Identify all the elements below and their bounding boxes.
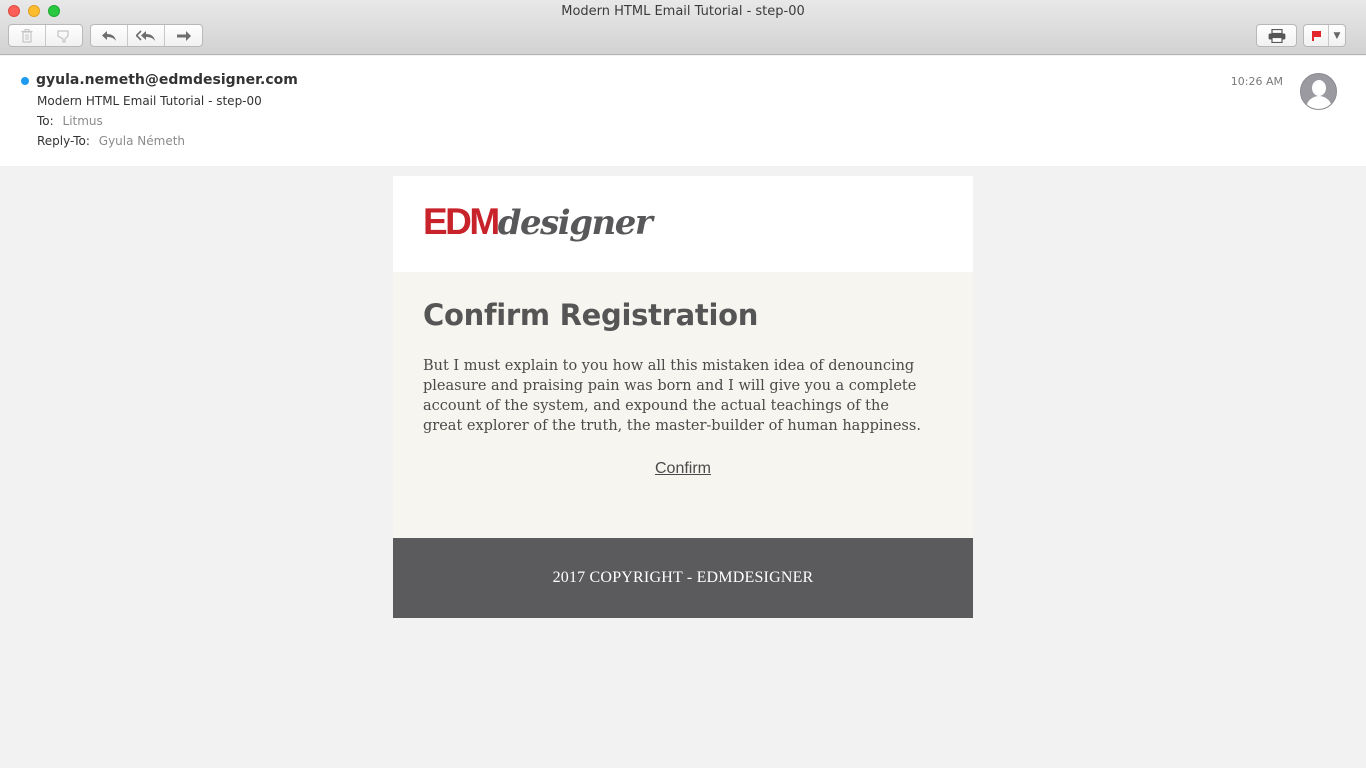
- reply-group: [90, 24, 203, 47]
- email-headline: Confirm Registration: [423, 298, 759, 332]
- email-paragraph: But I must explain to you how all this m…: [423, 358, 921, 434]
- confirm-link: Confirm: [393, 460, 973, 478]
- delete-button[interactable]: [9, 25, 46, 46]
- reply-button[interactable]: [91, 25, 128, 46]
- message-header: gyula.nemeth@edmdesigner.com Modern HTML…: [0, 56, 1366, 166]
- window-titlebar: Modern HTML Email Tutorial - step-00 ▼: [0, 0, 1366, 55]
- print-group: [1256, 24, 1297, 47]
- avatar: [1300, 73, 1337, 110]
- message-time: 10:26 AM: [1230, 75, 1283, 88]
- logo-designer: designer: [497, 203, 653, 243]
- flag-icon: [1311, 30, 1321, 41]
- footer-copyright: 2017 COPYRIGHT - EDMDESIGNER: [552, 569, 814, 586]
- reply-to-label: Reply-To:: [37, 134, 90, 148]
- avatar-head: [1312, 80, 1326, 96]
- to-label: To:: [37, 114, 54, 128]
- window-title: Modern HTML Email Tutorial - step-00: [561, 4, 805, 19]
- unread-indicator: [21, 77, 29, 85]
- email-footer: 2017 COPYRIGHT - EDMDESIGNER: [393, 538, 973, 618]
- printer-icon: [1268, 28, 1285, 43]
- to-recipient[interactable]: Litmus: [63, 114, 103, 128]
- email-content-section: Confirm Registration But I must explain …: [393, 272, 973, 538]
- flag-button[interactable]: [1304, 25, 1329, 46]
- reply-all-icon: [136, 29, 155, 41]
- chevron-down-icon: ▼: [1333, 30, 1341, 41]
- junk-icon: [57, 29, 69, 43]
- edmdesigner-logo: EDMdesigner: [423, 201, 653, 244]
- logo-edm: EDM: [423, 201, 500, 242]
- confirm-link-text[interactable]: Confirm: [655, 460, 711, 477]
- forward-button[interactable]: [165, 25, 202, 46]
- delete-junk-group: [8, 24, 83, 47]
- flag-group: ▼: [1303, 24, 1346, 47]
- reply-to-recipient[interactable]: Gyula Németh: [99, 134, 185, 148]
- forward-icon: [176, 30, 191, 41]
- email-logo-section: EDMdesigner: [393, 176, 973, 272]
- print-button[interactable]: [1257, 25, 1296, 46]
- flag-menu-button[interactable]: ▼: [1329, 25, 1345, 46]
- reply-icon: [102, 30, 116, 41]
- sender-address[interactable]: gyula.nemeth@edmdesigner.com: [36, 72, 298, 88]
- reply-all-button[interactable]: [128, 25, 165, 46]
- message-subject: Modern HTML Email Tutorial - step-00: [37, 94, 262, 108]
- to-line: To: Litmus: [37, 114, 103, 128]
- email-body: EDMdesigner Confirm Registration But I m…: [393, 176, 973, 618]
- trash-icon: [21, 28, 33, 43]
- junk-button[interactable]: [46, 25, 83, 46]
- avatar-body: [1306, 96, 1332, 109]
- reply-to-line: Reply-To: Gyula Németh: [37, 134, 185, 148]
